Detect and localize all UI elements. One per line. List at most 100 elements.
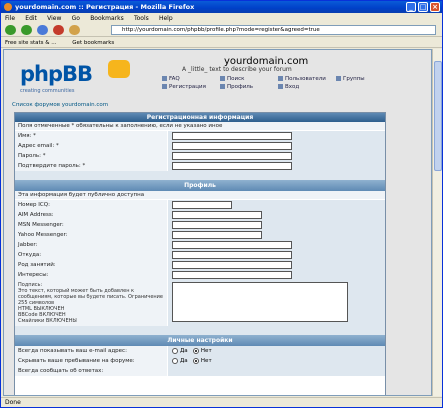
vertical-scrollbar[interactable] — [432, 49, 442, 396]
email-input[interactable] — [172, 142, 292, 150]
faq-icon — [162, 76, 167, 81]
signature-label-block: Подпись: Это текст, который может быть д… — [15, 280, 167, 326]
show-email-yes-radio[interactable] — [172, 347, 178, 354]
profile-icon — [220, 84, 225, 89]
back-icon[interactable] — [5, 25, 16, 35]
jabber-label: Jabber: — [15, 240, 167, 250]
no-label: Нет — [200, 348, 212, 354]
msn-label: MSN Messenger: — [15, 220, 167, 230]
bookmark-item[interactable]: Get bookmarks — [72, 40, 114, 46]
menu-tools[interactable]: Tools — [134, 15, 149, 22]
interests-label: Интересы: — [15, 270, 167, 280]
link-profile[interactable]: Профиль — [220, 83, 278, 91]
notify-reply-label: Всегда сообщать об ответах: — [15, 366, 167, 376]
address-bar[interactable]: http://yourdomain.com/phpbb/profile.php?… — [111, 25, 436, 35]
login-icon — [278, 84, 283, 89]
username-label: Имя: * — [15, 131, 167, 141]
aim-label: AIM Address: — [15, 210, 167, 220]
logo-subtitle: creating communities — [20, 88, 75, 94]
register-icon — [162, 84, 167, 89]
aim-input[interactable] — [172, 211, 262, 219]
msn-input[interactable] — [172, 221, 262, 229]
yes-label: Да — [180, 358, 188, 364]
password-label: Пароль: * — [15, 151, 167, 161]
hide-online-yes-radio[interactable] — [172, 357, 178, 364]
forward-icon[interactable] — [21, 25, 32, 35]
confirm-password-label: Подтвердите пароль: * — [15, 161, 167, 171]
forum-logo[interactable]: phpBB creating communities — [16, 58, 142, 98]
username-input[interactable] — [172, 132, 292, 140]
link-register[interactable]: Регистрация — [162, 83, 220, 91]
close-button[interactable]: × — [430, 2, 440, 12]
interests-input[interactable] — [172, 271, 292, 279]
location-label: Откуда: — [15, 250, 167, 260]
groups-icon — [336, 76, 341, 81]
hide-online-no-radio[interactable] — [192, 357, 199, 364]
scrollbar-thumb[interactable] — [434, 61, 442, 171]
title-bar: yourdomain.com :: Регистрация - Mozilla … — [1, 1, 442, 13]
link-groups[interactable]: Группы — [336, 75, 394, 83]
registration-header: Регистрационная информация — [15, 113, 385, 122]
home-icon[interactable] — [69, 25, 80, 35]
status-bar: Done — [1, 397, 442, 407]
password-input[interactable] — [172, 152, 292, 160]
members-icon — [278, 76, 283, 81]
menu-bar: File Edit View Go Bookmarks Tools Help — [1, 13, 442, 23]
forum-top-links: FAQ Поиск Пользователи Группы Регистрация Пр… — [162, 75, 402, 91]
smilies-flag: Смайлики ВКЛЮЧЕНЫ — [18, 318, 77, 324]
link-memberlist[interactable]: Пользователи — [278, 75, 336, 83]
page-viewport: phpBB creating communities yourdomain.co… — [3, 49, 432, 396]
icq-input[interactable] — [172, 201, 232, 209]
profile-note: Эта информация будет публично доступна — [15, 191, 385, 200]
status-text: Done — [5, 399, 21, 406]
signature-help: Это текст, который может быть добавлен к… — [18, 288, 164, 306]
menu-bookmarks[interactable]: Bookmarks — [90, 15, 124, 22]
spacer-row — [15, 171, 385, 180]
menu-view[interactable]: View — [47, 15, 61, 22]
menu-edit[interactable]: Edit — [25, 15, 37, 22]
signature-row: Подпись: Это текст, который может быть д… — [15, 280, 385, 326]
show-email-label: Всегда показывать ваш e-mail адрес: — [15, 346, 167, 356]
yahoo-input[interactable] — [172, 231, 262, 239]
icq-label: Номер ICQ: — [15, 200, 167, 210]
reload-icon[interactable] — [37, 25, 48, 35]
spacer-row — [15, 326, 385, 335]
yahoo-label: Yahoo Messenger: — [15, 230, 167, 240]
stop-icon[interactable] — [53, 25, 64, 35]
yes-label: Да — [180, 348, 188, 354]
bookmarks-toolbar: Free site stats & ... Get bookmarks — [1, 38, 442, 48]
required-note: Поля отмеченные * обязательны к заполнен… — [15, 122, 385, 131]
forum-index-link[interactable]: Список форумов yourdomain.com — [12, 102, 108, 108]
logo-bubble-icon — [108, 60, 130, 78]
link-faq[interactable]: FAQ — [162, 75, 220, 83]
occupation-input[interactable] — [172, 261, 292, 269]
location-input[interactable] — [172, 251, 292, 259]
jabber-input[interactable] — [172, 241, 292, 249]
occupation-label: Род занятий: — [15, 260, 167, 270]
maximize-button[interactable]: □ — [418, 2, 428, 12]
link-login[interactable]: Вход — [278, 83, 299, 91]
email-label: Адрес email: * — [15, 141, 167, 151]
menu-file[interactable]: File — [5, 15, 15, 22]
preferences-header: Личные настройки — [15, 335, 385, 346]
browser-window: yourdomain.com :: Регистрация - Mozilla … — [0, 0, 443, 408]
no-label: Нет — [200, 358, 212, 364]
site-description: A _little_ text to describe your forum — [182, 66, 292, 73]
search-icon — [220, 76, 225, 81]
registration-form: Регистрационная информация Поля отмеченн… — [14, 112, 386, 395]
link-search[interactable]: Поиск — [220, 75, 278, 83]
navigation-toolbar: http://yourdomain.com/phpbb/profile.php?… — [1, 23, 442, 37]
profile-header: Профиль — [15, 180, 385, 191]
notify-reply-field — [168, 366, 385, 376]
signature-textarea[interactable] — [172, 282, 348, 322]
window-title: yourdomain.com :: Регистрация - Mozilla … — [15, 3, 195, 11]
minimize-button[interactable]: _ — [406, 2, 416, 12]
show-email-no-radio[interactable] — [192, 347, 199, 354]
confirm-password-input[interactable] — [172, 162, 292, 170]
logo-text: phpBB — [20, 62, 93, 86]
hide-online-label: Скрывать ваше пребывание на форуме: — [15, 356, 167, 366]
bookmark-item[interactable]: Free site stats & ... — [5, 40, 57, 46]
menu-go[interactable]: Go — [72, 15, 80, 22]
menu-help[interactable]: Help — [159, 15, 173, 22]
url-text: http://yourdomain.com/phpbb/profile.php?… — [122, 27, 320, 33]
